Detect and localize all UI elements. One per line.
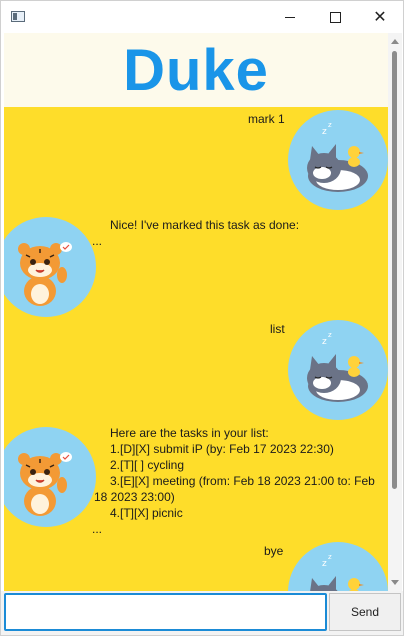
close-button[interactable]: ✕ xyxy=(357,1,403,33)
svg-text:z: z xyxy=(322,127,327,137)
sleeping-cat-avatar: z z xyxy=(288,320,388,420)
dialog-container[interactable]: mark 1 z z Nice! I've marked this task a… xyxy=(4,107,388,591)
tiger-avatar xyxy=(4,427,96,527)
title-bar[interactable]: ✕ xyxy=(1,1,403,33)
user-input-field[interactable] xyxy=(4,593,327,631)
svg-text:z: z xyxy=(322,337,327,347)
maximize-button[interactable] xyxy=(312,1,358,33)
app-title: Duke xyxy=(123,37,269,103)
close-icon: ✕ xyxy=(373,7,387,26)
scrollbar-thumb[interactable] xyxy=(392,51,397,489)
minimize-icon xyxy=(285,16,295,18)
tiger-avatar xyxy=(4,217,96,317)
app-window: ✕ Duke mark 1 z z Nice! I've marked this… xyxy=(0,0,404,636)
app-header: Duke xyxy=(4,33,388,107)
user-message-text: mark 1 xyxy=(248,112,285,126)
send-button[interactable]: Send xyxy=(329,593,401,631)
window-app-icon xyxy=(11,11,25,22)
user-message-text: list xyxy=(270,322,285,336)
sleeping-cat-avatar: z z xyxy=(288,110,388,210)
maximize-icon xyxy=(329,11,341,23)
minimize-button[interactable] xyxy=(267,1,313,33)
scroll-up-arrow-icon[interactable] xyxy=(391,39,399,44)
svg-text:z: z xyxy=(328,121,332,129)
task-list-header: Here are the tasks in your list: xyxy=(110,426,269,440)
task-item: 1.[D][X] submit iP (by: Feb 17 2023 22:3… xyxy=(110,442,334,456)
scroll-down-arrow-icon[interactable] xyxy=(391,580,399,585)
task-item-continued: 18 2023 23:00) xyxy=(94,490,175,504)
user-message-text: bye xyxy=(264,544,284,558)
svg-text:z: z xyxy=(328,553,332,561)
duke-message-ellipsis: ... xyxy=(92,522,103,536)
duke-message-text: Nice! I've marked this task as done: xyxy=(110,218,300,232)
svg-text:z: z xyxy=(328,331,332,339)
task-item: 2.[T][ ] cycling xyxy=(110,458,185,472)
svg-text:z: z xyxy=(322,559,327,569)
vertical-scrollbar[interactable] xyxy=(388,33,402,591)
duke-message-ellipsis: ... xyxy=(92,234,103,248)
task-item: 3.[E][X] meeting (from: Feb 18 2023 21:0… xyxy=(110,474,375,488)
sleeping-cat-avatar: z z xyxy=(288,542,388,591)
input-bar: Send xyxy=(1,591,403,635)
task-item: 4.[T][X] picnic xyxy=(110,506,183,520)
